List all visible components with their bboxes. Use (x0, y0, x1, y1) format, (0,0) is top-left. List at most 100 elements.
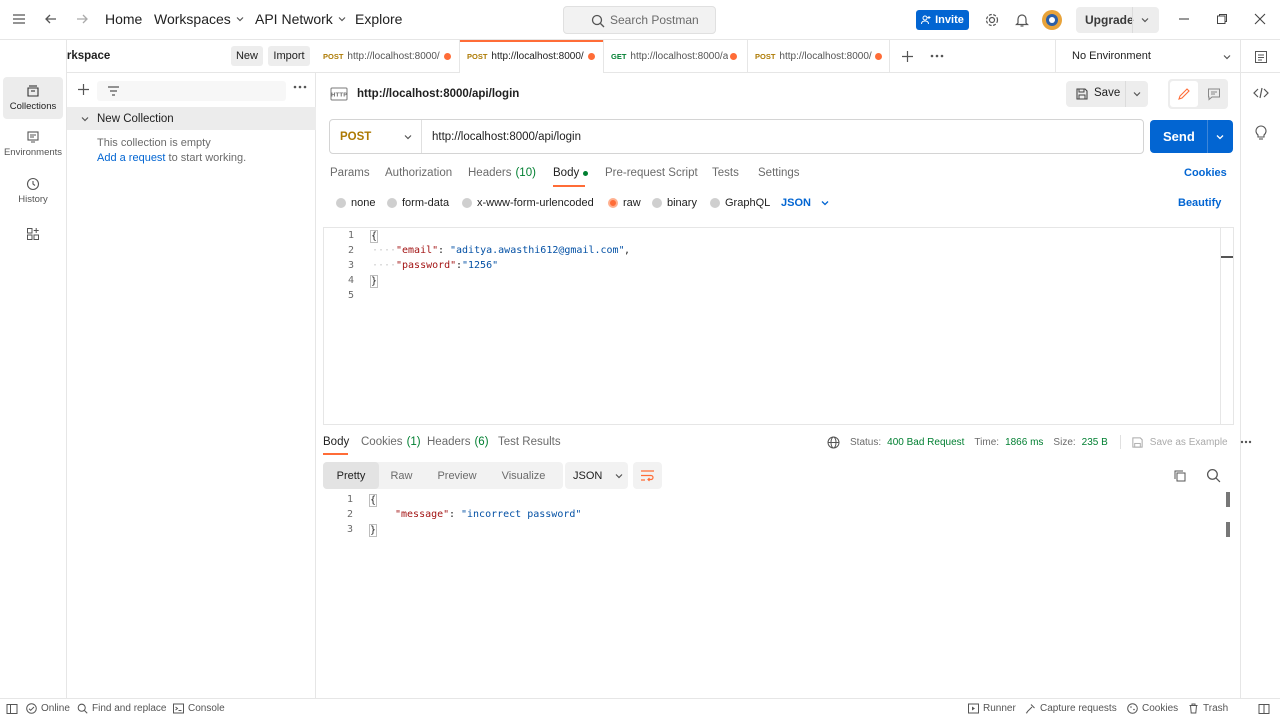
send-button[interactable]: Send (1150, 120, 1233, 153)
new-tab-plus-icon[interactable] (901, 50, 914, 63)
nav-home[interactable]: Home (105, 11, 142, 27)
response-tab-body[interactable]: Body (323, 432, 349, 452)
chevron-down-icon[interactable] (1132, 89, 1142, 99)
edit-mode-button[interactable] (1170, 81, 1198, 107)
capture-requests[interactable]: Capture requests (1025, 703, 1117, 714)
layout-toggle-icon[interactable] (1258, 703, 1270, 715)
globe-icon[interactable] (827, 436, 840, 449)
save-button[interactable]: Save (1066, 81, 1148, 107)
scroll-marker[interactable] (1226, 492, 1230, 507)
request-body-editor[interactable]: 1 2 3 4 5 { ···· "email" : "aditya.awast… (323, 227, 1234, 425)
console[interactable]: Console (173, 703, 225, 714)
user-avatar[interactable] (1041, 9, 1063, 31)
more-options-icon[interactable] (293, 84, 307, 90)
request-tab-active[interactable]: POST http://localhost:8000/ (460, 40, 604, 73)
nav-api-network-label: API Network (255, 11, 333, 27)
tab-pre-request-script[interactable]: Pre-request Script (605, 163, 698, 183)
invite-button[interactable]: Invite (916, 10, 969, 30)
status-value[interactable]: 400 Bad Request (887, 437, 964, 448)
comment-icon (1208, 88, 1220, 101)
collection-name: New Collection (97, 112, 174, 125)
more-options-icon[interactable] (1240, 439, 1252, 445)
close-window-icon[interactable] (1254, 13, 1266, 25)
find-replace[interactable]: Find and replace (77, 703, 167, 714)
trash[interactable]: Trash (1188, 703, 1228, 714)
collection-item[interactable]: New Collection (67, 107, 316, 130)
cookies-status[interactable]: Cookies (1127, 703, 1178, 714)
tab-tests[interactable]: Tests (712, 163, 739, 183)
search-icon[interactable] (1206, 468, 1221, 483)
tab-headers[interactable]: Headers (10) (468, 163, 536, 183)
response-tab-headers[interactable]: Headers (6) (427, 432, 489, 452)
rail-item-environments[interactable]: Environments (3, 123, 63, 165)
body-type-form-data[interactable]: form-data (387, 197, 449, 209)
cookies-link[interactable]: Cookies (1184, 167, 1227, 179)
scroll-marker[interactable] (1226, 522, 1230, 537)
copy-icon[interactable] (1173, 469, 1187, 483)
tab-params[interactable]: Params (330, 163, 370, 183)
search-input[interactable]: Search Postman (563, 6, 716, 34)
beautify-link[interactable]: Beautify (1178, 197, 1221, 209)
settings-gear-icon[interactable] (984, 12, 1000, 28)
method-select[interactable]: POST (330, 120, 422, 153)
rail-item-collections[interactable]: Collections (3, 77, 63, 119)
notification-bell-icon[interactable] (1014, 12, 1030, 28)
response-tab-cookies[interactable]: Cookies (1) (361, 432, 421, 452)
request-title-text[interactable]: http://localhost:8000/api/login (357, 88, 519, 100)
url-input[interactable]: http://localhost:8000/api/login (422, 131, 581, 143)
view-pretty[interactable]: Pretty (323, 462, 379, 489)
body-type-none[interactable]: none (336, 197, 375, 209)
nav-explore[interactable]: Explore (355, 11, 402, 27)
tab-authorization[interactable]: Authorization (385, 163, 452, 183)
chevron-down-icon[interactable] (1215, 132, 1225, 142)
view-raw[interactable]: Raw (379, 462, 424, 489)
body-type-raw[interactable]: raw (608, 197, 641, 209)
add-collection-icon[interactable] (77, 83, 90, 96)
nav-workspaces[interactable]: Workspaces (154, 11, 245, 27)
hamburger-menu-icon[interactable] (12, 12, 26, 26)
restore-window-icon[interactable] (1216, 13, 1228, 25)
add-request-link[interactable]: Add a request (97, 152, 166, 164)
editor-scroll-marker[interactable] (1221, 256, 1233, 258)
import-button[interactable]: Import (268, 46, 310, 66)
forward-arrow-icon[interactable] (75, 12, 89, 26)
tab-options-icon[interactable] (930, 53, 944, 59)
runner[interactable]: Runner (968, 703, 1016, 714)
body-type-binary[interactable]: binary (652, 197, 697, 209)
body-format-select[interactable]: JSON (781, 197, 830, 209)
response-body-viewer[interactable]: 1 2 3 { "message" : "incorrect password"… (323, 492, 1234, 692)
response-tab-test-results[interactable]: Test Results (498, 432, 561, 452)
tab-settings[interactable]: Settings (758, 163, 800, 183)
nav-api-network[interactable]: API Network (255, 11, 347, 27)
comments-button[interactable] (1201, 81, 1227, 107)
save-as-example-button[interactable]: Save as Example (1150, 437, 1228, 448)
view-preview[interactable]: Preview (424, 462, 490, 489)
tab-body[interactable]: Body (553, 163, 589, 183)
request-tab[interactable]: POST http://localhost:8000/ (316, 40, 460, 73)
online-status[interactable]: Online (26, 703, 70, 714)
code-snippet-icon[interactable] (1253, 86, 1269, 100)
filter-input[interactable] (97, 81, 286, 101)
tab-body-label: Body (553, 167, 580, 179)
body-type-graphql[interactable]: GraphQL (710, 197, 770, 209)
minimize-window-icon[interactable] (1178, 13, 1190, 25)
view-visualize[interactable]: Visualize (490, 462, 557, 489)
request-tab[interactable]: POST http://localhost:8000/ (748, 40, 890, 73)
body-type-urlencoded[interactable]: x-www-form-urlencoded (462, 197, 594, 209)
response-format-select[interactable]: JSON (565, 462, 628, 489)
code-colon: : (449, 509, 456, 520)
rail-item-configure[interactable] (3, 222, 63, 246)
upgrade-button[interactable]: Upgrade (1076, 7, 1159, 33)
time-value[interactable]: 1866 ms (1005, 437, 1043, 448)
toggle-sidebar-icon[interactable] (6, 703, 18, 715)
new-button[interactable]: New (231, 46, 263, 66)
back-arrow-icon[interactable] (44, 12, 58, 26)
size-value[interactable]: 235 B (1082, 437, 1108, 448)
env-quicklook[interactable] (1240, 40, 1280, 73)
console-label: Console (188, 703, 225, 714)
environment-selector[interactable]: No Environment (1055, 40, 1240, 73)
wrap-lines-button[interactable] (633, 462, 662, 489)
lightbulb-icon[interactable] (1254, 125, 1268, 141)
request-tab[interactable]: GET http://localhost:8000/a (604, 40, 748, 73)
rail-item-history[interactable]: History (3, 170, 63, 212)
